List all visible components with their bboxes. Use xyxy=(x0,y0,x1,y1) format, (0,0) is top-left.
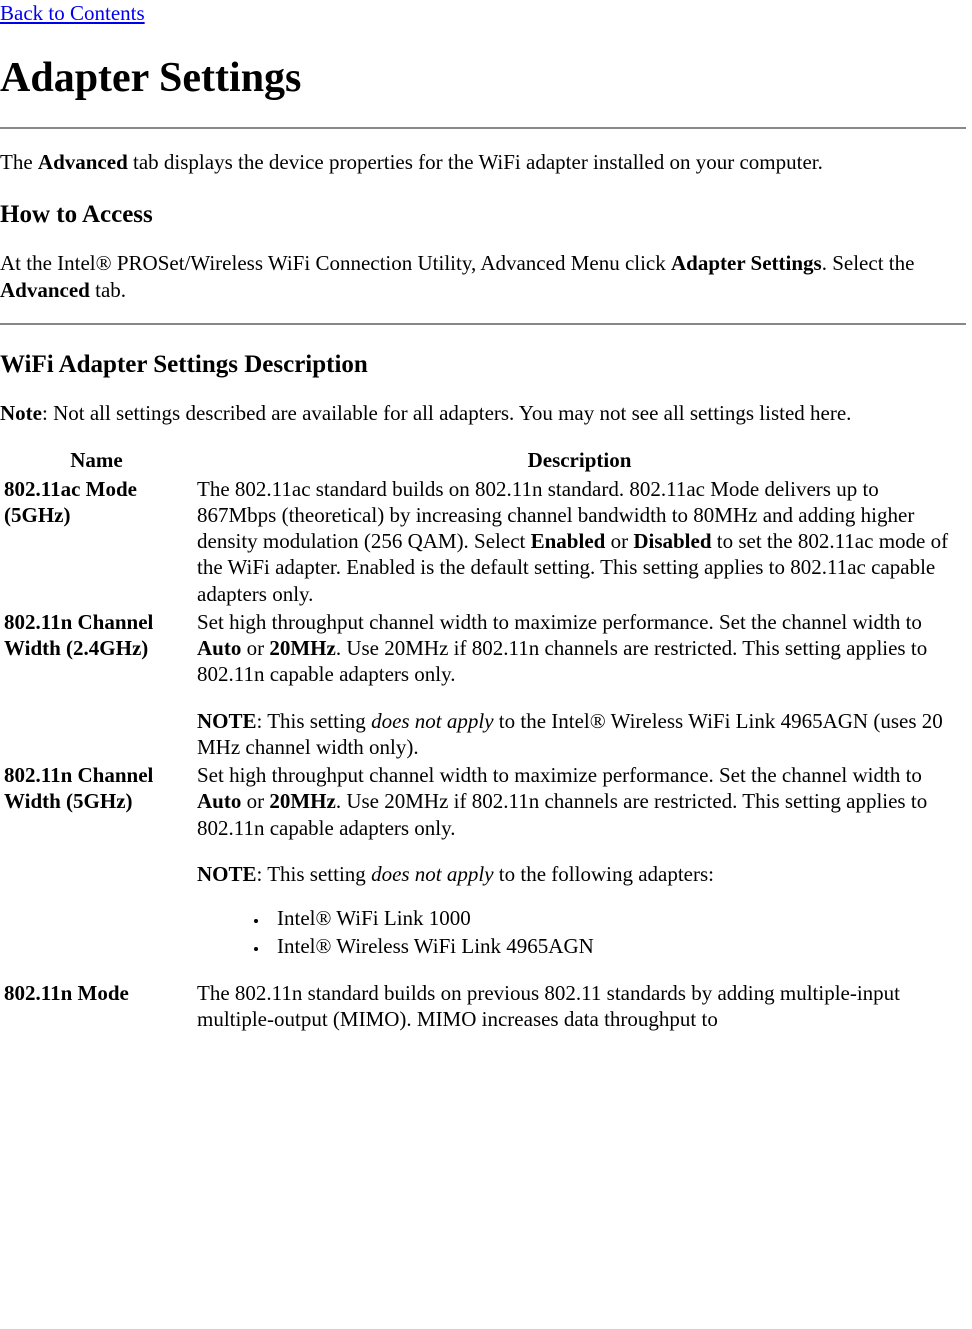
n5-adapter-list: Intel® WiFi Link 1000 Intel® Wireless Wi… xyxy=(197,905,962,960)
ac-b2: Disabled xyxy=(633,529,711,553)
intro-post: tab displays the device properties for t… xyxy=(128,150,823,174)
ac-b1: Enabled xyxy=(531,529,606,553)
note-label: Note xyxy=(0,401,42,425)
list-item: Intel® Wireless WiFi Link 4965AGN xyxy=(269,933,962,959)
table-row: 802.11n Channel Width (5GHz) Set high th… xyxy=(0,761,966,979)
hta-bold1: Adapter Settings xyxy=(671,251,822,275)
n24-note-b: NOTE xyxy=(197,709,257,733)
header-name: Name xyxy=(0,446,193,474)
hta-mid: . Select the xyxy=(822,251,915,275)
n24-note-i: does not apply xyxy=(371,709,493,733)
n5-note-b: NOTE xyxy=(197,862,257,886)
n5-note-i: does not apply xyxy=(371,862,493,886)
row-desc-n24: Set high throughput channel width to max… xyxy=(193,608,966,761)
list-item: Intel® WiFi Link 1000 xyxy=(269,905,962,931)
n5-p1b: or xyxy=(241,789,269,813)
row-name-n24: 802.11n Channel Width (2.4GHz) xyxy=(0,608,193,761)
table-row: 802.11n Mode The 802.11n standard builds… xyxy=(0,979,966,1034)
n5-b2: 20MHz xyxy=(269,789,335,813)
how-to-access-heading: How to Access xyxy=(0,199,966,230)
n24-note-a: : This setting xyxy=(257,709,372,733)
table-header-row: Name Description xyxy=(0,446,966,474)
intro-bold: Advanced xyxy=(38,150,128,174)
divider-mid xyxy=(0,323,966,325)
back-to-contents-link[interactable]: Back to Contents xyxy=(0,1,145,25)
n5-note-a: : This setting xyxy=(257,862,372,886)
page-title: Adapter Settings xyxy=(0,52,966,105)
header-desc: Description xyxy=(193,446,966,474)
row-desc-n5: Set high throughput channel width to max… xyxy=(193,761,966,979)
hta-post: tab. xyxy=(90,278,126,302)
nmode-p1: The 802.11n standard builds on previous … xyxy=(197,981,900,1031)
hta-pre: At the Intel® PROSet/Wireless WiFi Conne… xyxy=(0,251,671,275)
ac-p1b: or xyxy=(605,529,633,553)
divider-top xyxy=(0,127,966,129)
table-row: 802.11ac Mode (5GHz) The 802.11ac standa… xyxy=(0,475,966,608)
intro-paragraph: The Advanced tab displays the device pro… xyxy=(0,149,966,175)
hta-bold2: Advanced xyxy=(0,278,90,302)
row-name-n5: 802.11n Channel Width (5GHz) xyxy=(0,761,193,979)
n24-b2: 20MHz xyxy=(269,636,335,660)
row-name-ac-mode: 802.11ac Mode (5GHz) xyxy=(0,475,193,608)
intro-pre: The xyxy=(0,150,38,174)
n5-note-c: to the following adapters: xyxy=(494,862,714,886)
settings-desc-heading: WiFi Adapter Settings Description xyxy=(0,349,966,380)
settings-note: Note: Not all settings described are ava… xyxy=(0,400,966,426)
n24-b1: Auto xyxy=(197,636,241,660)
row-desc-nmode: The 802.11n standard builds on previous … xyxy=(193,979,966,1034)
n24-p1a: Set high throughput channel width to max… xyxy=(197,610,922,634)
note-text: : Not all settings described are availab… xyxy=(42,401,851,425)
row-desc-ac-mode: The 802.11ac standard builds on 802.11n … xyxy=(193,475,966,608)
row-name-nmode: 802.11n Mode xyxy=(0,979,193,1034)
how-to-access-paragraph: At the Intel® PROSet/Wireless WiFi Conne… xyxy=(0,250,966,303)
n5-note: NOTE: This setting does not apply to the… xyxy=(197,861,962,887)
n24-note: NOTE: This setting does not apply to the… xyxy=(197,708,962,761)
n24-p1b: or xyxy=(241,636,269,660)
n5-b1: Auto xyxy=(197,789,241,813)
settings-table: Name Description 802.11ac Mode (5GHz) Th… xyxy=(0,446,966,1033)
table-row: 802.11n Channel Width (2.4GHz) Set high … xyxy=(0,608,966,761)
n5-p1a: Set high throughput channel width to max… xyxy=(197,763,922,787)
